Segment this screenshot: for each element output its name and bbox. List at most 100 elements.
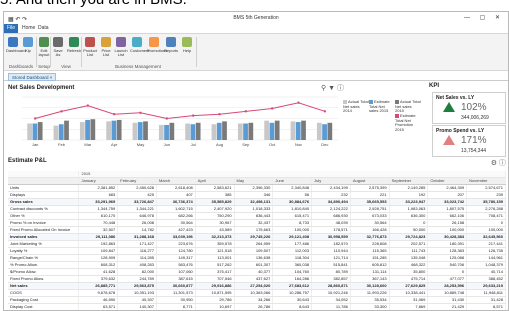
grid-cell[interactable]: 35,585,829 [195,198,235,206]
grid-cell[interactable]: 2,407,920 [195,205,235,213]
grid-cell[interactable]: 264,959 [234,240,274,248]
grid-cell[interactable]: 475,714 [389,275,429,283]
file-menu[interactable]: File [4,24,18,33]
grid-cell[interactable]: 26,008 [117,219,158,227]
grid-cell[interactable]: 126,735 [466,247,506,255]
grid-cell[interactable]: 82,000 [117,268,158,276]
grid-cell[interactable]: 662,106 [427,212,468,220]
grid-cell[interactable]: 239 [466,191,506,199]
grid-cell[interactable]: 104,760 [272,268,313,276]
grid-cell[interactable]: 1,810,840 [272,205,313,213]
grid-cell[interactable]: 100,000 [466,226,506,234]
grid-cell[interactable]: 35,780,159 [466,198,506,206]
grid-cell[interactable]: 646,978 [117,212,158,220]
grid-cell[interactable]: 125,088 [427,254,468,262]
grid-cell[interactable]: 583,476 [156,261,196,269]
grid-cell[interactable]: 10,889,748 [427,289,468,297]
grid-cell[interactable]: 32,437 [234,219,274,227]
grid-cell[interactable]: 121,518 [195,247,235,255]
reports-button[interactable]: Reports [164,37,178,53]
grid-cell[interactable]: 34,890,494 [311,198,351,206]
grid-cell[interactable]: 2,340,848 [272,184,313,192]
grid-cell[interactable]: 30,967 [195,219,235,227]
customers-button[interactable]: Customers [130,37,149,53]
grid-cell[interactable]: 427,423 [156,226,196,234]
column-header[interactable]: June [272,177,313,185]
grid-cell[interactable]: 33,291,969 [78,198,119,206]
dashboard-button[interactable]: Dashboard [6,37,26,53]
grid-cell[interactable]: 33,300 [350,303,390,310]
grid-cell[interactable]: 121,714 [311,254,351,262]
grid-cell[interactable]: 2,434,199 [311,184,351,192]
grid-cell[interactable]: 30,428,383 [427,233,468,241]
grid-cell[interactable]: 346 [234,191,274,199]
kpi-card-net-sales[interactable]: Net Sales vs. LY 102% 344,006,269 [432,92,506,124]
grid-cell[interactable]: 11,301,573 [156,289,196,297]
grid-cell[interactable]: 100,000 [427,226,468,234]
price-list-button[interactable]: Price List [99,37,113,57]
grid-cell[interactable]: 11,993,226 [350,289,390,297]
grid-cell[interactable]: 29,563,875 [117,282,158,290]
grid-cell[interactable]: 112,003 [272,247,313,255]
grid-cell[interactable]: 1,807,575 [427,205,468,213]
grid-cell[interactable]: 70,448 [78,219,119,227]
grid-cell[interactable]: 144,961 [466,254,506,262]
grid-cell[interactable]: 682,266 [156,212,196,220]
grid-cell[interactable]: 30,660,877 [156,282,196,290]
menu-home[interactable]: Home [22,24,35,33]
grid-cell[interactable]: 30,128,660 [350,282,390,290]
grid-cell[interactable]: 100,000 [272,226,313,234]
grid-cell[interactable]: 10,338,441 [389,289,429,297]
grid-cell[interactable]: 10,286,757 [272,289,313,297]
grid-cell[interactable]: 477,077 [427,275,468,283]
grid-cell[interactable]: 35,665,553 [350,198,390,206]
grid-cell[interactable]: 29,633,219 [466,282,506,290]
launch-list-button[interactable]: Launch List [114,37,128,57]
grid-cell[interactable]: 21,429 [427,303,468,310]
grid-cell[interactable]: 171,427 [117,240,158,248]
grid-cell[interactable]: 166,428 [350,226,390,234]
grid-cell[interactable]: 36,736,374 [156,198,196,206]
grid-cell[interactable]: 31,288,168 [117,233,158,241]
grid-cell[interactable]: 32,213,373 [195,233,235,241]
grid-cell[interactable]: 30,564 [156,219,196,227]
grid-cell[interactable]: 128,383 [427,247,468,255]
grid-cell[interactable]: 1,344,221 [117,205,158,213]
grid-cell[interactable]: 601,307 [234,261,274,269]
grid-cell[interactable]: 27,629,825 [389,282,429,290]
grid-cell[interactable]: 178,571 [311,226,351,234]
grid-cell[interactable]: 2,583,621 [195,184,235,192]
grid-cell[interactable]: 1,983,063 [389,205,429,213]
grid-tools-icon[interactable]: ⚙ ⓘ [491,158,506,168]
help-button[interactable]: Help [180,37,194,53]
grid-cell[interactable]: 9,678,678 [78,289,119,297]
grid-cell[interactable]: 115,365 [350,247,390,255]
grid-cell[interactable]: 32,645,560 [466,233,506,241]
grid-cell[interactable]: 375,417 [195,268,235,276]
kpi-button[interactable]: Kip [21,37,35,53]
menu-data[interactable]: Data [38,24,49,33]
grid-cell[interactable]: 180,391 [427,240,468,248]
grid-cell[interactable]: 116,277 [117,247,158,255]
grid-cell[interactable]: 11,786 [311,303,351,310]
grid-cell[interactable]: 636,300 [389,212,429,220]
grid-cell[interactable]: 382,857 [311,275,351,283]
grid-cell[interactable]: 109,847 [78,247,119,255]
grid-cell[interactable]: 175,663 [234,226,274,234]
grid-cell[interactable]: 33,023,742 [427,198,468,206]
grid-cell[interactable]: 7,869 [389,303,429,310]
grid-cell[interactable]: 43,589 [195,226,235,234]
grid-cell[interactable]: 610,170 [78,212,119,220]
grid-cell[interactable]: 202,571 [389,240,429,248]
kpi-card-promo-spend[interactable]: Promo Spend vs. LY 171% 13,754,344 [432,125,506,157]
grid-cell[interactable]: 31,430 [427,296,468,304]
grid-cell[interactable]: 605,812 [350,261,390,269]
grid-cell[interactable]: 221 [350,191,390,199]
grid-cell[interactable]: 2,574,671 [466,184,506,192]
grid-cell[interactable]: 228,608 [350,240,390,248]
grid-cell[interactable]: 40,714 [466,268,506,276]
grid-cell[interactable]: 29,786 [195,296,235,304]
grid-cell[interactable]: 29,745,226 [234,233,274,241]
grid-cell[interactable]: 217,441 [466,240,506,248]
grid-cell[interactable]: 118,304 [272,254,313,262]
